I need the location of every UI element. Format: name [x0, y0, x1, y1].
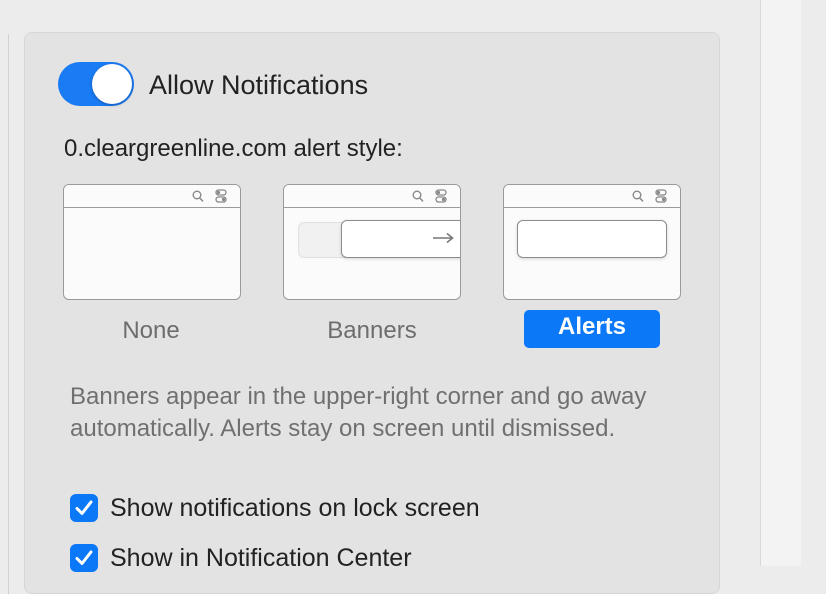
lock-screen-label: Show notifications on lock screen	[110, 494, 480, 522]
right-gutter	[801, 0, 826, 566]
thumb-menubar	[284, 185, 460, 208]
notification-center-checkbox[interactable]	[70, 544, 98, 572]
allow-notifications-label: Allow Notifications	[149, 70, 369, 100]
alert-style-heading: 0.cleargreenline.com alert style:	[64, 135, 403, 162]
style-none-thumbnail[interactable]	[63, 184, 241, 300]
search-icon	[632, 190, 644, 202]
thumb-menubar	[64, 185, 240, 208]
lock-screen-checkbox[interactable]	[70, 494, 98, 522]
style-banners-option[interactable]: Banners	[304, 314, 440, 352]
checkmark-icon	[75, 500, 93, 515]
style-banners-thumbnail[interactable]	[283, 184, 461, 300]
style-alerts-thumbnail[interactable]	[503, 184, 681, 300]
toggles-icon	[655, 189, 667, 203]
arrow-right-icon	[433, 232, 454, 244]
left-pane-edge	[0, 34, 9, 594]
allow-notifications-toggle[interactable]	[58, 62, 134, 106]
checkmark-icon	[75, 550, 93, 565]
thumb-menubar	[504, 185, 680, 208]
right-scroll-area	[760, 0, 802, 566]
alert-style-description: Banners appear in the upper-right corner…	[70, 383, 647, 442]
style-alerts-option[interactable]: Alerts	[524, 310, 660, 348]
alert-preview	[517, 220, 667, 258]
search-icon	[192, 190, 204, 202]
style-none-option[interactable]: None	[83, 314, 219, 352]
toggles-icon	[215, 189, 227, 203]
toggles-icon	[435, 189, 447, 203]
notification-center-label: Show in Notification Center	[110, 544, 412, 572]
toggle-knob	[92, 64, 132, 104]
search-icon	[412, 190, 424, 202]
